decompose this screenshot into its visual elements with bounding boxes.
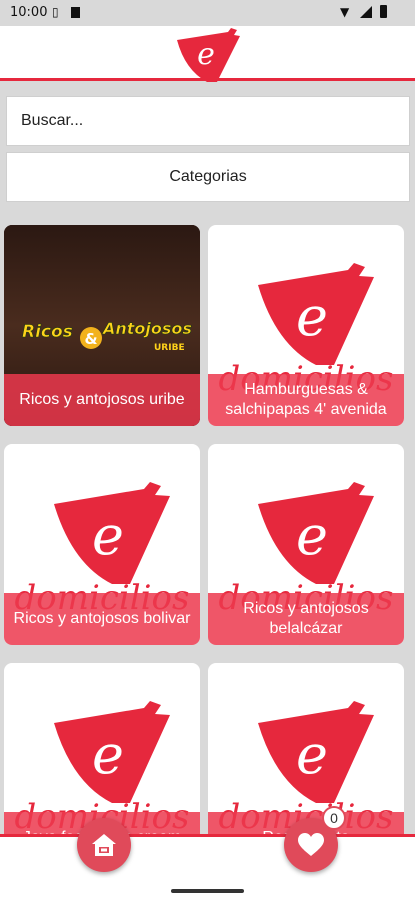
restaurant-card[interactable]: e domicilios Restaurante bbox=[208, 663, 404, 834]
svg-text:e: e bbox=[296, 504, 328, 567]
restaurant-name: Hamburguesas & salchipapas 4' avenida bbox=[208, 374, 404, 426]
svg-text:e: e bbox=[296, 285, 328, 348]
logo-text-uribe: URIBE bbox=[154, 343, 185, 353]
status-bar: 10:00 ▯ ▼ bbox=[0, 0, 415, 26]
logo-text-antojosos: Antojosos bbox=[101, 319, 192, 338]
svg-text:e: e bbox=[92, 723, 124, 786]
search-box[interactable] bbox=[6, 96, 410, 146]
restaurant-name: Ricos y antojosos bolivar bbox=[4, 593, 200, 645]
status-time: 10:00 bbox=[10, 5, 48, 20]
e-domicilios-logo: e domicilios bbox=[15, 701, 189, 834]
heart-icon bbox=[298, 833, 324, 856]
sim-icon: ▯ bbox=[52, 5, 59, 19]
restaurant-card[interactable]: e domicilios Ricos y antojosos belalcáza… bbox=[208, 444, 404, 645]
categories-label: Categorias bbox=[169, 168, 247, 185]
restaurant-name: Ricos y antojosos uribe bbox=[4, 374, 200, 426]
app-header: e bbox=[0, 26, 415, 84]
sd-card-icon bbox=[71, 7, 80, 18]
e-domicilios-logo: e domicilios bbox=[219, 701, 393, 834]
favorites-count-badge: 0 bbox=[322, 806, 346, 830]
logo-text-amp: & bbox=[84, 330, 97, 348]
gesture-handle[interactable] bbox=[171, 889, 244, 893]
home-icon bbox=[92, 834, 116, 856]
restaurant-name: Ricos y antojosos belalcázar bbox=[208, 593, 404, 645]
wifi-icon: ▼ bbox=[340, 5, 350, 19]
restaurant-grid[interactable]: Ricos & Antojosos URIBE Ricos y antojoso… bbox=[0, 210, 415, 834]
svg-text:e: e bbox=[92, 504, 124, 567]
svg-text:e: e bbox=[296, 723, 328, 786]
signal-icon bbox=[360, 6, 372, 18]
logo-text-ricos: Ricos bbox=[22, 322, 73, 342]
categories-button[interactable]: Categorias bbox=[6, 152, 410, 202]
restaurant-card[interactable]: e domicilios Ricos y antojosos bolivar bbox=[4, 444, 200, 645]
battery-icon bbox=[380, 5, 387, 18]
restaurant-card[interactable]: e domicilios Java food & ice cream bbox=[4, 663, 200, 834]
svg-text:e: e bbox=[197, 37, 215, 72]
home-button[interactable] bbox=[77, 818, 131, 872]
e-domicilios-logo[interactable]: e bbox=[173, 26, 243, 84]
search-input[interactable] bbox=[7, 97, 409, 145]
restaurant-card[interactable]: e domicilios Hamburguesas & salchipapas … bbox=[208, 225, 404, 426]
bottom-bar bbox=[0, 834, 415, 881]
restaurant-card[interactable]: Ricos & Antojosos URIBE Ricos y antojoso… bbox=[4, 225, 200, 426]
